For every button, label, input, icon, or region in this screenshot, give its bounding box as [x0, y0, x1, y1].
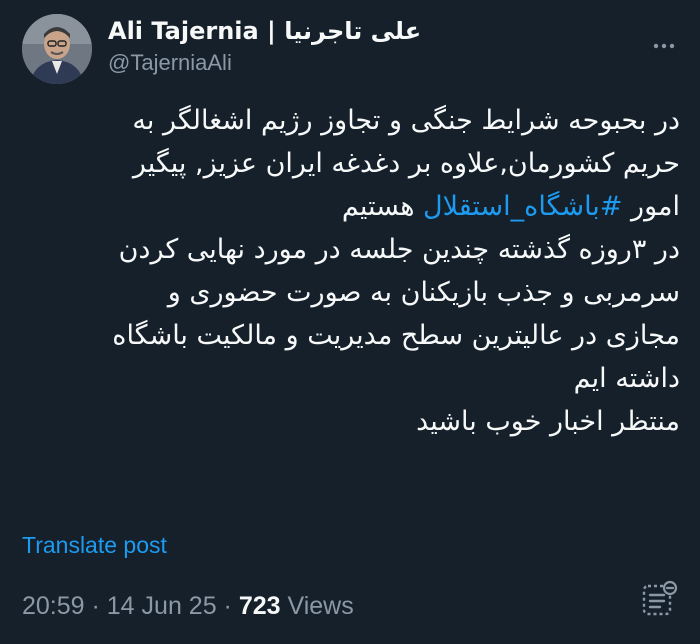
views-label: Views [280, 592, 354, 620]
tweet-line: سرمربی و جذب بازیکنان به صورت حضوری و [167, 277, 680, 308]
profile-photo-icon [22, 14, 92, 84]
tweet-line: در ۳روزه گذشته چندین جلسه در مورد نهایی … [118, 234, 680, 265]
tweet-line: امور #باشگاه_استقلال هستیم [20, 185, 680, 228]
meta-separator: · [216, 592, 239, 620]
edit-history-icon [642, 580, 678, 616]
tweet-line: مجازی در عالیترین سطح مدیریت و مالکیت با… [112, 320, 680, 351]
edit-history-button[interactable] [640, 580, 680, 620]
hashtag-link[interactable]: #باشگاه_استقلال [423, 191, 622, 222]
avatar[interactable] [22, 14, 92, 84]
views-count: 723 [238, 592, 281, 620]
author-header: Ali Tajernia | علی تاجرنیا @TajerniaAli [108, 16, 421, 76]
tweet-date[interactable]: 14 Jun 25 [107, 592, 217, 620]
tweet-line: منتظر اخبار خوب باشید [416, 406, 680, 437]
tweet-text: در بحبوحه شرایط جنگی و تجاوز رژیم اشغالگ… [20, 99, 680, 443]
tweet-line-suffix: هستیم [341, 191, 424, 222]
author-handle[interactable]: @TajerniaAli [108, 50, 421, 76]
author-display-name[interactable]: Ali Tajernia | علی تاجرنیا [108, 16, 421, 46]
more-options-button[interactable] [652, 34, 676, 58]
meta-separator: · [84, 592, 107, 620]
tweet-time[interactable]: 20:59 [22, 592, 85, 620]
more-horizontal-icon [653, 43, 675, 49]
tweet-line-prefix: امور [622, 191, 680, 222]
tweet-line: حریم کشورمان,علاوه بر دغدغه ایران عزیز, … [132, 148, 680, 179]
tweet-line: در بحبوحه شرایط جنگی و تجاوز رژیم اشغالگ… [132, 105, 680, 136]
tweet-line: داشته ایم [573, 363, 680, 394]
translate-post-link[interactable]: Translate post [22, 531, 167, 559]
tweet-meta: 20:59 · 14 Jun 25 · 723 Views [22, 590, 354, 622]
